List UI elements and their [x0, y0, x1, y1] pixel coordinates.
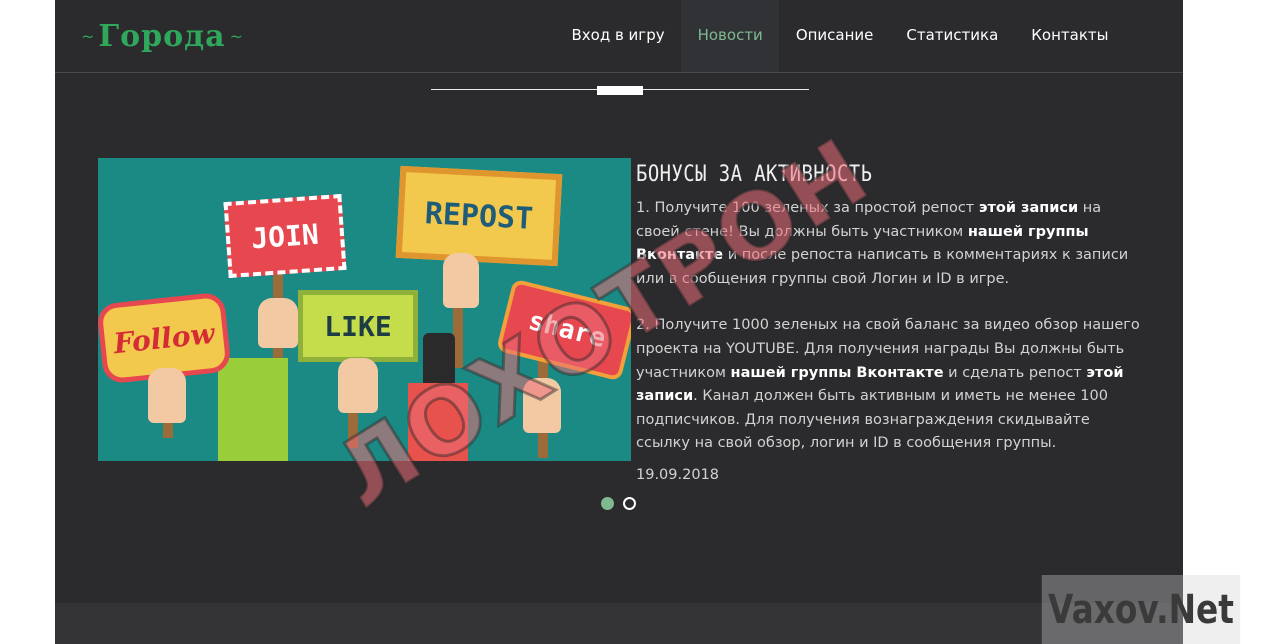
sign-share-label: share [525, 305, 609, 355]
news-slide-content: БОНУСЫ ЗА АКТИВНОСТЬ 1. Получите 100 зел… [636, 158, 1146, 483]
sign-repost-label: REPOST [423, 195, 535, 237]
header: ~ Города ~ Вход в игру Новости Описание … [55, 0, 1183, 73]
site-container: ~ Города ~ Вход в игру Новости Описание … [55, 0, 1183, 644]
footer-band [55, 603, 1183, 644]
carousel-dot-2[interactable] [623, 497, 636, 510]
nav-item-contacts[interactable]: Контакты [1015, 0, 1125, 72]
sleeve [218, 358, 288, 461]
logo[interactable]: ~ Города ~ [81, 12, 243, 60]
nav-item-login[interactable]: Вход в игру [555, 0, 681, 72]
logo-text: Города [98, 18, 226, 54]
main-nav: Вход в игру Новости Описание Статистика … [555, 0, 1125, 72]
news-paragraph-2: 2. Получите 1000 зеленых на свой баланс … [636, 314, 1146, 456]
sign-join-label: JOIN [250, 217, 320, 255]
sign-share: share [495, 278, 631, 382]
hand [523, 378, 561, 433]
hand [148, 368, 186, 423]
news-date: 19.09.2018 [636, 466, 720, 483]
sign-follow-label: Follow [112, 316, 216, 360]
sign-repost: REPOST [395, 165, 563, 267]
carousel-dot-1[interactable] [601, 497, 614, 510]
hand [338, 358, 378, 413]
nav-item-description[interactable]: Описание [779, 0, 890, 72]
link-this-post[interactable]: этой записи [979, 200, 1078, 216]
hand [258, 298, 298, 348]
news-paragraph-1: 1. Получите 100 зеленых за простой репос… [636, 197, 1146, 291]
news-text: и сделать репост [943, 364, 1087, 381]
logo-ornament-left-icon: ~ [81, 26, 95, 46]
sign-like-label: LIKE [324, 309, 392, 343]
nav-item-statistics[interactable]: Статистика [890, 0, 1015, 72]
hand [443, 253, 479, 308]
nav-item-news[interactable]: Новости [681, 0, 780, 72]
news-text: 1. Получите 100 зеленых за простой репос… [636, 200, 979, 216]
sign-join: JOIN [223, 193, 347, 279]
link-vk-group[interactable]: нашей группы Вконтакте [731, 365, 944, 381]
watermark-corner: Vaxov.Net [1041, 575, 1241, 644]
news-text: . Канал должен быть активным и иметь не … [636, 388, 1108, 452]
carousel-dots [601, 497, 636, 510]
sleeve [408, 383, 468, 461]
news-slide-image: REPOST JOIN Follow LIKE share [98, 158, 631, 461]
sign-like: LIKE [298, 290, 418, 362]
news-title: БОНУСЫ ЗА АКТИВНОСТЬ [636, 162, 873, 187]
logo-ornament-right-icon: ~ [229, 26, 243, 46]
section-divider-knob [597, 86, 643, 95]
